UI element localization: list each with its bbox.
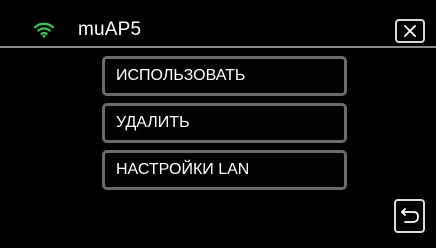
lan-settings-button-label: НАСТРОЙКИ LAN: [116, 161, 250, 178]
header: muAP5: [0, 0, 436, 43]
wifi-settings-screen: muAP5 ИСПОЛЬЗОВАТЬ УДАЛИТЬ НАСТРОЙКИ LAN: [0, 0, 436, 248]
use-button[interactable]: ИСПОЛЬЗОВАТЬ: [102, 56, 347, 96]
header-divider: [0, 46, 436, 48]
back-button[interactable]: [394, 199, 425, 233]
network-name: muAP5: [78, 19, 142, 40]
lan-settings-button[interactable]: НАСТРОЙКИ LAN: [102, 150, 347, 190]
wifi-icon: [33, 22, 55, 38]
delete-button[interactable]: УДАЛИТЬ: [102, 103, 347, 143]
close-button[interactable]: [395, 19, 425, 43]
delete-button-label: УДАЛИТЬ: [116, 114, 190, 131]
use-button-label: ИСПОЛЬЗОВАТЬ: [116, 67, 246, 84]
